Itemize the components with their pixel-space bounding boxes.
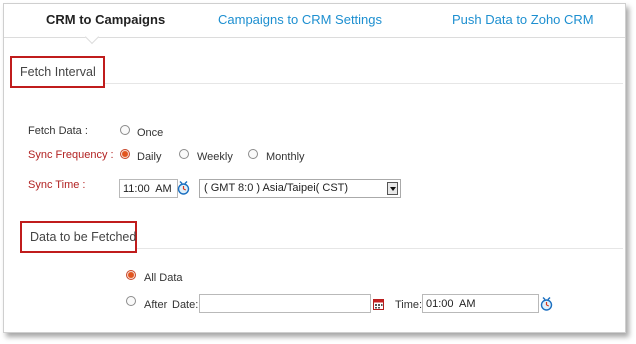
sync-monthly-radio[interactable] — [248, 149, 258, 159]
sync-monthly-label: Monthly — [266, 151, 305, 163]
sync-time-input[interactable] — [119, 179, 178, 198]
tab-crm-to-campaigns[interactable]: CRM to Campaigns — [46, 12, 165, 27]
chevron-down-icon[interactable] — [387, 182, 398, 195]
all-data-label: All Data — [144, 272, 183, 284]
timezone-select-value: ( GMT 8:0 ) Asia/Taipei( CST) — [204, 182, 349, 194]
all-data-radio[interactable] — [126, 270, 136, 280]
sync-weekly-label: Weekly — [197, 151, 233, 163]
tab-campaigns-to-crm-settings[interactable]: Campaigns to CRM Settings — [218, 12, 382, 27]
sync-time-label: Sync Time : — [28, 179, 86, 191]
sync-frequency-label: Sync Frequency : — [28, 149, 114, 161]
date-input[interactable] — [199, 294, 371, 313]
calendar-icon[interactable] — [373, 298, 384, 310]
sync-weekly-radio[interactable] — [179, 149, 189, 159]
after-time-input[interactable] — [422, 294, 539, 313]
fetch-once-radio[interactable] — [120, 125, 130, 135]
section-divider — [136, 248, 623, 249]
tab-push-data-to-zoho-crm[interactable]: Push Data to Zoho CRM — [452, 12, 594, 27]
timezone-select[interactable]: ( GMT 8:0 ) Asia/Taipei( CST) — [199, 179, 401, 198]
date-label: Date: — [172, 299, 199, 311]
clock-icon[interactable] — [177, 180, 190, 196]
fetch-once-label: Once — [137, 127, 164, 139]
data-to-be-fetched-heading: Data to be Fetched — [20, 221, 137, 253]
after-label: After — [144, 299, 168, 311]
fetch-data-label: Fetch Data : — [28, 125, 88, 137]
tab-bar: CRM to Campaigns Campaigns to CRM Settin… — [4, 4, 625, 45]
settings-panel: CRM to Campaigns Campaigns to CRM Settin… — [3, 3, 626, 333]
clock-icon[interactable] — [540, 296, 553, 312]
sync-daily-radio[interactable] — [120, 149, 130, 159]
time-label: Time: — [395, 299, 423, 311]
sync-daily-label: Daily — [137, 151, 162, 163]
section-divider — [104, 83, 623, 84]
fetch-interval-heading: Fetch Interval — [10, 56, 105, 88]
after-radio[interactable] — [126, 296, 136, 306]
active-tab-pointer — [84, 29, 100, 45]
